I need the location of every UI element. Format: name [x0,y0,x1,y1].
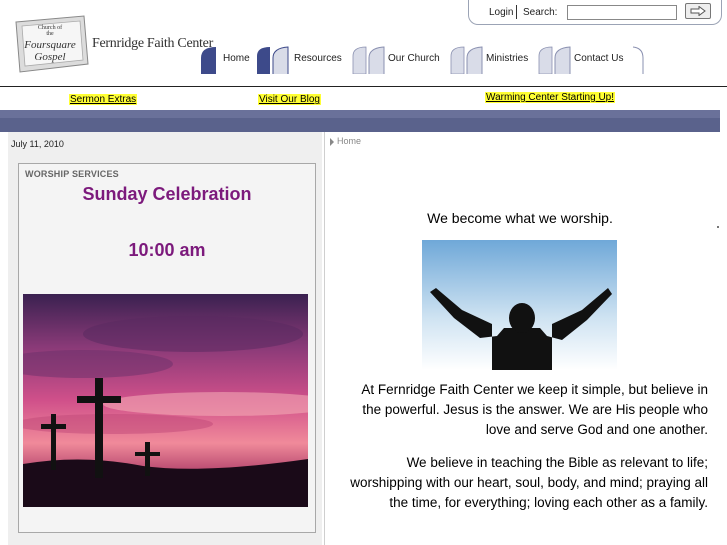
triangle-right-icon [330,137,334,146]
logo-line-4: Gospel [34,51,65,63]
search-input[interactable] [567,5,677,20]
header-banner-highlight [0,110,720,118]
nav-tab-icon [450,46,483,74]
worship-silhouette-image [422,240,617,370]
intro-paragraph: At Fernridge Faith Center we keep it sim… [361,382,708,437]
crosses-sunset-image [23,294,308,507]
nav-tab-icon [538,46,571,74]
login-link[interactable]: Login [489,7,513,18]
header-divider [0,86,727,87]
nav-label: Our Church [388,53,440,64]
worship-services-panel: WORSHIP SERVICES Sunday Celebration 10:0… [18,163,316,533]
panel-title: WORSHIP SERVICES [25,169,119,179]
beliefs-paragraph: We believe in teaching the Bible as rele… [350,455,708,510]
nav-label: Ministries [486,53,529,64]
utility-toolbar: Login Search: [468,0,722,25]
visit-blog-link[interactable]: Visit Our Blog [258,94,321,105]
nav-label: Home [223,53,250,64]
nav-tab-end-icon [632,46,644,74]
sermon-extras-link[interactable]: Sermon Extras [69,94,138,105]
announcement-bar: Sermon Extras Visit Our Blog Warming Cen… [0,88,727,110]
nav-label: Contact Us [574,53,624,64]
logo-line-2: the [46,31,54,37]
breadcrumb: Home [330,136,361,146]
nav-tab-icon [257,46,289,74]
service-heading: Sunday Celebration [82,184,252,204]
toolbar-divider [516,5,517,19]
service-time: 10:00 am [128,240,206,260]
search-button[interactable] [685,3,711,19]
page-tagline: We become what we worship. [427,210,613,226]
site-logo[interactable]: Church of the Foursquare Gospel Fernridg… [12,14,213,74]
main-nav: Home Resources Our Church Ministries Con… [200,44,660,76]
breadcrumb-home-link[interactable]: Home [337,136,361,146]
site-name: Fernridge Faith Center [92,36,213,51]
current-date: July 11, 2010 [11,139,64,149]
nav-label: Resources [294,53,342,64]
foursquare-logo-badge: Church of the Foursquare Gospel [15,15,89,73]
logo-line-3: Foursquare [23,39,76,51]
site-header: Church of the Foursquare Gospel Fernridg… [0,0,727,88]
warming-center-link[interactable]: Warming Center Starting Up! [485,92,616,103]
scroll-edge-mark [717,226,719,228]
arrow-right-icon [690,6,706,16]
nav-tab-icon [201,47,216,74]
search-label: Search: [523,7,558,18]
logo-line-1: Church of [38,24,62,31]
column-divider [324,132,325,545]
nav-tab-icon [352,46,385,74]
